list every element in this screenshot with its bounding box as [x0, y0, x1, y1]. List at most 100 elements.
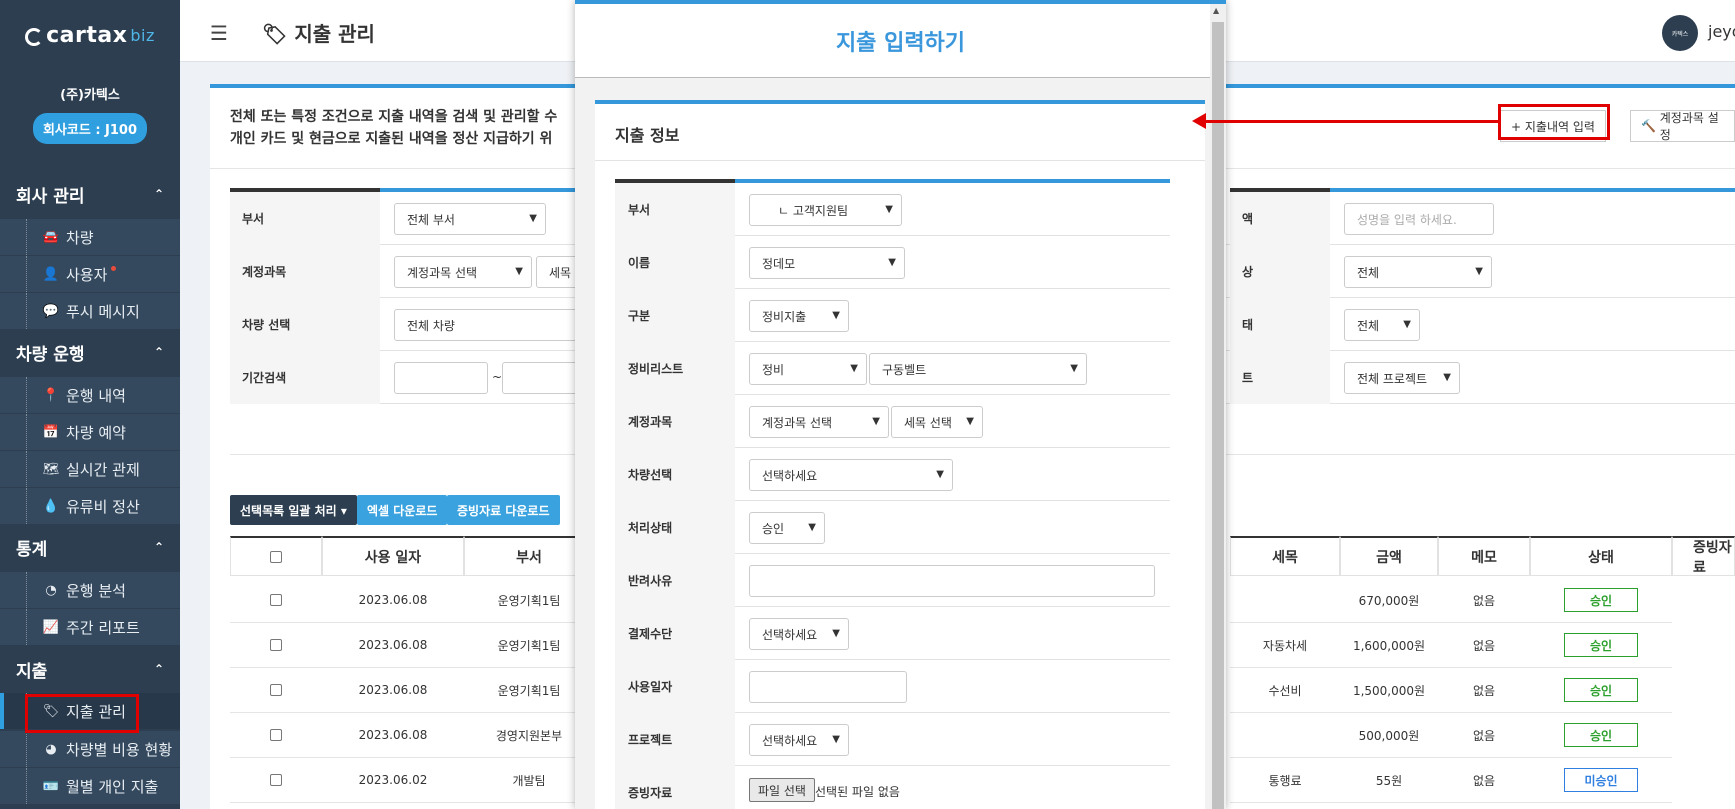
sidebar-item-reservation[interactable]: 📅 차량 예약 — [0, 414, 180, 450]
sidebar-section-company[interactable]: 회사 관리 ⌃ — [0, 172, 180, 216]
scroll-up-icon[interactable]: ▲ — [1213, 6, 1219, 15]
modal-scrollbar[interactable]: ▲ — [1210, 4, 1226, 809]
row-checkbox[interactable] — [270, 774, 282, 786]
period-start-input[interactable] — [394, 362, 488, 394]
chat-bubble-icon: 💬 — [42, 303, 60, 319]
row-checkbox[interactable] — [270, 729, 282, 741]
modal-name-select[interactable]: 정데모 ▼ — [749, 247, 905, 279]
add-user-icon: 👤 — [42, 266, 60, 282]
modal-date-input[interactable] — [749, 671, 907, 703]
row-memo: 없음 — [1438, 578, 1530, 623]
section-title: 지출 정보 — [615, 126, 680, 145]
row-date: 2023.06.08 — [322, 623, 464, 668]
modal-maintenance-item-select[interactable]: 구동벨트 ▼ — [869, 353, 1087, 385]
modal-account-select[interactable]: 계정과목 선택 ▼ — [749, 406, 889, 438]
select-all-header — [230, 536, 322, 576]
map-icon: 🗺 — [42, 461, 60, 477]
account-settings-button[interactable]: 🔨 계정과목 설정 — [1630, 110, 1735, 142]
cartax-logo[interactable]: cartax biz — [0, 0, 180, 70]
sidebar-section-driving[interactable]: 차량 운행 ⌃ — [0, 330, 180, 374]
sidebar-item-weekly-report[interactable]: 📈 주간 리포트 — [0, 609, 180, 645]
modal-type-select[interactable]: 정비지출 ▼ — [749, 300, 849, 332]
form-label-evidence: 증빙자료 — [615, 766, 735, 809]
chevron-down-icon: ▼ — [1070, 363, 1078, 374]
sidebar-item-fuel[interactable]: 💧 유류비 정산 — [0, 488, 180, 524]
column-header-evidence[interactable]: 증빙자료 — [1672, 536, 1735, 576]
column-header-status[interactable]: 상태 — [1530, 536, 1672, 576]
modal-state-select[interactable]: 승인 ▼ — [749, 512, 825, 544]
pie-chart-icon: ◔ — [45, 582, 57, 598]
avatar[interactable]: 카텍스 — [1662, 15, 1698, 51]
map-pin-icon: 📍 — [42, 387, 60, 403]
row-sub: 자동차세 — [1230, 623, 1340, 668]
select-all-checkbox[interactable] — [270, 550, 282, 563]
bulk-process-button[interactable]: 선택목록 일괄 처리 ▾ — [230, 495, 357, 525]
row-amount: 1,500,000원 — [1340, 668, 1438, 713]
status-badge[interactable]: 승인 — [1564, 588, 1638, 612]
chevron-down-icon: ▼ — [808, 522, 816, 533]
sidebar-item-trip-history[interactable]: 📍 운행 내역 — [0, 377, 180, 413]
sidebar-item-realtime[interactable]: 🗺 실시간 관제 — [0, 451, 180, 487]
row-amount: 670,000원 — [1340, 578, 1438, 623]
dept-select[interactable]: 전체 부서 ▼ — [394, 203, 546, 235]
modal-maintenance-select[interactable]: 정비 ▼ — [749, 353, 867, 385]
column-header-amount[interactable]: 금액 — [1340, 536, 1438, 576]
sidebar-item-monthly-expense[interactable]: 🪪 월별 개인 지출 — [0, 768, 180, 804]
project-select[interactable]: 전체 프로젝트 ▼ — [1344, 362, 1460, 394]
modal-payment-select[interactable]: 선택하세요 ▼ — [749, 618, 849, 650]
sidebar-item-users[interactable]: 👤 사용자 — [0, 256, 180, 292]
status-badge[interactable]: 승인 — [1564, 678, 1638, 702]
modal-sub-account-select[interactable]: 세목 선택 ▼ — [891, 406, 983, 438]
expense-input-modal: 지출 입력하기 지출 정보 부서 ㄴ 고객지원팀 ▼ 이름 정데모 ▼ 구분 정비지… — [575, 0, 1226, 809]
name-search-input[interactable]: 성명을 입력 하세요. — [1344, 203, 1494, 235]
menu-toggle-icon[interactable]: ☰ — [210, 21, 228, 45]
file-select-button[interactable]: 파일 선택 — [749, 778, 815, 802]
status-badge[interactable]: 승인 — [1564, 723, 1638, 747]
modal-vehicle-select[interactable]: 선택하세요 ▼ — [749, 459, 953, 491]
state-select[interactable]: 전체 ▼ — [1344, 256, 1492, 288]
scrollbar-thumb[interactable] — [1212, 22, 1224, 809]
gauge-icon: ◕ — [45, 741, 57, 757]
row-checkbox[interactable] — [270, 684, 282, 696]
id-card-icon: 🪪 — [42, 778, 60, 794]
form-label-state: 처리상태 — [615, 501, 735, 554]
sidebar-item-vehicle[interactable]: 🚘 차량 — [0, 219, 180, 255]
chevron-down-icon: ▼ — [1403, 319, 1411, 330]
form-label-type: 구분 — [615, 289, 735, 342]
sidebar-section-stats[interactable]: 통계 ⌃ — [0, 525, 180, 569]
chevron-up-icon: ⌃ — [153, 540, 164, 554]
modal-reject-reason-input[interactable] — [749, 565, 1155, 597]
modal-dept-select[interactable]: ㄴ 고객지원팀 ▼ — [749, 194, 902, 226]
row-sub: 수선비 — [1230, 668, 1340, 713]
sidebar-section-expense[interactable]: 지출 ⌃ — [0, 647, 180, 691]
sidebar-item-analysis[interactable]: ◔ 운행 분석 — [0, 572, 180, 608]
right3-select[interactable]: 전체 ▼ — [1344, 309, 1420, 341]
row-amount: 55원 — [1340, 758, 1438, 803]
company-name: (주)카텍스 — [60, 88, 120, 103]
file-none-text: 선택된 파일 없음 — [815, 785, 900, 799]
status-badge[interactable]: 미승인 — [1564, 768, 1638, 792]
hammer-icon: 🔨 — [1641, 119, 1660, 133]
column-header-sub[interactable]: 세목 — [1230, 536, 1340, 576]
status-badge[interactable]: 승인 — [1564, 633, 1638, 657]
column-header-date[interactable]: 사용 일자 — [322, 536, 464, 576]
filter-label-period: 기간검색 — [230, 351, 380, 404]
row-checkbox[interactable] — [270, 639, 282, 651]
form-label-account: 계정과목 — [615, 395, 735, 448]
filter-label-vehicle: 차량 선택 — [230, 298, 380, 351]
excel-download-button[interactable]: 엑셀 다운로드 — [357, 495, 448, 525]
column-header-memo[interactable]: 메모 — [1438, 536, 1530, 576]
user-name[interactable]: jeyo — [1708, 22, 1735, 41]
row-memo: 없음 — [1438, 668, 1530, 713]
chevron-down-icon: ▼ — [515, 266, 523, 277]
account-select[interactable]: 계정과목 선택 ▼ — [394, 256, 532, 288]
row-date: 2023.06.08 — [322, 578, 464, 623]
chevron-down-icon: ▼ — [529, 213, 537, 224]
vehicle-select[interactable]: 전체 차량 — [394, 309, 594, 341]
modal-project-select[interactable]: 선택하세요 ▼ — [749, 724, 849, 756]
row-sub — [1230, 578, 1340, 623]
sidebar-item-vehicle-cost[interactable]: ◕ 차량별 비용 현황 — [0, 731, 180, 767]
evidence-download-button[interactable]: 증빙자료 다운로드 — [447, 495, 560, 525]
sidebar-item-push[interactable]: 💬 푸시 메시지 — [0, 293, 180, 329]
row-checkbox[interactable] — [270, 594, 282, 606]
